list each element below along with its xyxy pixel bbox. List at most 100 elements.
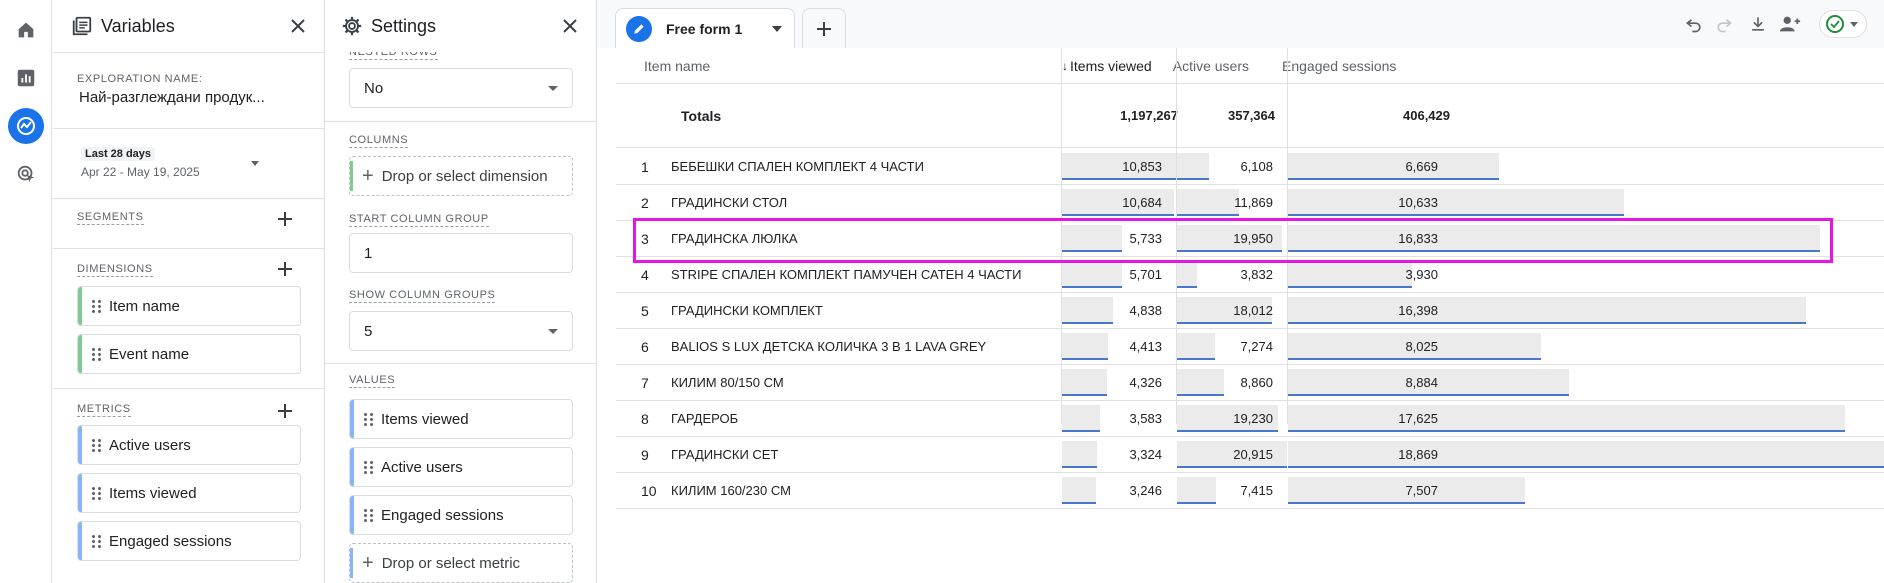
value-label: Items viewed	[381, 410, 469, 428]
active-users-value: 7,274	[1240, 339, 1273, 354]
table-row[interactable]: 2 ГРАДИНСКИ СТОЛ 10,684 11,869 10,633	[616, 185, 1884, 221]
nested-rows-select[interactable]: No	[349, 68, 573, 108]
date-range-value: Apr 22 - May 19, 2025	[81, 165, 200, 179]
columns-drop-label: Drop or select dimension	[381, 167, 548, 185]
gear-icon	[342, 16, 362, 36]
items-viewed-value: 10,853	[1122, 159, 1162, 174]
dimension-chip-event-name[interactable]: Event name	[77, 334, 301, 374]
table-header: Item name ↓ Items viewed Active users En…	[616, 48, 1884, 84]
table-row[interactable]: 9 ГРАДИНСКИ СЕТ 3,324 20,915 18,869	[616, 437, 1884, 473]
engaged-sessions-value: 6,669	[1405, 159, 1438, 174]
tab-bar: Free form 1	[597, 0, 1884, 48]
nested-rows-section: NESTED ROWS No	[325, 52, 596, 121]
add-dimension-icon[interactable]	[275, 259, 295, 279]
home-icon[interactable]	[8, 12, 44, 48]
date-range-picker[interactable]: Last 28 days Apr 22 - May 19, 2025	[77, 141, 262, 185]
table-row[interactable]: 8 ГАРДЕРОБ 3,583 19,230 17,625	[616, 401, 1884, 437]
engaged-sessions-value: 8,884	[1405, 375, 1438, 390]
drag-handle-icon[interactable]	[92, 347, 101, 361]
settings-title: Settings	[371, 15, 437, 36]
add-metric-icon[interactable]	[275, 401, 295, 421]
columns-drop-zone[interactable]: + Drop or select dimension	[349, 156, 573, 196]
metrics-label: METRICS	[77, 403, 131, 417]
redo-icon[interactable]	[1710, 10, 1738, 38]
value-chip-engaged-sessions[interactable]: Engaged sessions	[349, 495, 573, 535]
advertising-icon[interactable]	[8, 156, 44, 192]
metric-color-bar	[350, 496, 354, 534]
columns-section: COLUMNS + Drop or select dimension	[325, 121, 596, 203]
row-number: 6	[641, 338, 649, 355]
save-status-button[interactable]	[1819, 10, 1867, 38]
drag-handle-icon[interactable]	[364, 460, 373, 474]
metric-color-bar	[78, 426, 82, 464]
value-chip-active-users[interactable]: Active users	[349, 447, 573, 487]
nav-rail	[0, 0, 52, 583]
table-row[interactable]: 6 BALIOS S LUX ДЕТСКА КОЛИЧКА 3 В 1 LAVA …	[616, 329, 1884, 365]
active-users-value: 6,108	[1240, 159, 1273, 174]
engaged-sessions-value: 10,633	[1398, 195, 1438, 210]
row-number: 1	[641, 158, 649, 175]
col-header-engaged-sessions[interactable]: Engaged sessions	[1282, 48, 1396, 84]
table-row[interactable]: 1 БЕБЕШКИ СПАЛЕН КОМПЛЕКТ 4 ЧАСТИ 10,853 6,…	[616, 149, 1884, 185]
start-column-group-value: 1	[364, 244, 373, 262]
values-drop-zone[interactable]: + Drop or select metric	[349, 543, 573, 583]
table-row[interactable]: 5 ГРАДИНСКИ КОМПЛЕКТ 4,838 18,012 16,398	[616, 293, 1884, 329]
dimensions-section: DIMENSIONS Item name Event name	[53, 248, 324, 388]
table-row[interactable]: 7 КИЛИМ 80/150 СМ 4,326 8,860 8,884	[616, 365, 1884, 401]
metric-chip-items-viewed[interactable]: Items viewed	[77, 473, 301, 513]
col-header-active-users[interactable]: Active users	[1085, 48, 1263, 84]
item-name: ГАРДЕРОБ	[671, 411, 739, 426]
drag-handle-icon[interactable]	[92, 299, 101, 313]
segments-label: SEGMENTS	[77, 211, 144, 225]
item-name: КИЛИМ 80/150 СМ	[671, 375, 784, 390]
chevron-down-icon[interactable]	[772, 26, 782, 32]
plus-icon: +	[362, 551, 374, 574]
add-segment-icon[interactable]	[275, 209, 295, 229]
undo-icon[interactable]	[1680, 10, 1708, 38]
share-user-icon[interactable]	[1776, 10, 1804, 38]
explore-icon[interactable]	[8, 108, 44, 144]
metric-color-bar	[350, 400, 354, 438]
show-column-groups-label: SHOW COLUMN GROUPS	[349, 289, 496, 303]
items-viewed-value: 3,324	[1129, 447, 1162, 462]
dimension-color-bar	[78, 335, 82, 373]
value-chip-items-viewed[interactable]: Items viewed	[349, 399, 573, 439]
drag-handle-icon[interactable]	[92, 486, 101, 500]
item-name: ГРАДИНСКИ СТОЛ	[671, 195, 788, 210]
reports-icon[interactable]	[8, 60, 44, 96]
segments-section: SEGMENTS	[53, 198, 324, 248]
dimension-label: Event name	[109, 345, 190, 363]
chevron-down-icon	[1850, 21, 1858, 27]
totals-row: Totals 1,197,267 357,364 406,429	[616, 84, 1884, 148]
col-header-item-name[interactable]: Item name	[644, 48, 710, 84]
show-column-groups-value: 5	[364, 322, 373, 340]
variables-icon	[72, 16, 92, 36]
drag-handle-icon[interactable]	[92, 534, 101, 548]
metric-chip-active-users[interactable]: Active users	[77, 425, 301, 465]
drag-handle-icon[interactable]	[364, 508, 373, 522]
row-number: 7	[641, 374, 649, 391]
dimension-chip-item-name[interactable]: Item name	[77, 286, 301, 326]
nested-rows-value: No	[364, 79, 384, 97]
chevron-down-icon	[548, 86, 558, 91]
items-viewed-value: 3,583	[1129, 411, 1162, 426]
close-icon[interactable]	[286, 14, 310, 38]
show-column-groups-select[interactable]: 5	[349, 311, 573, 351]
tab-free-form-1[interactable]: Free form 1	[615, 8, 795, 48]
close-icon[interactable]	[558, 14, 582, 38]
metric-chip-engaged-sessions[interactable]: Engaged sessions	[77, 521, 301, 561]
table-row[interactable]: 10 КИЛИМ 160/230 СМ 3,246 7,415 7,507	[616, 473, 1884, 509]
add-tab-button[interactable]	[802, 8, 846, 48]
engaged-sessions-value: 8,025	[1405, 339, 1438, 354]
values-section: VALUES Items viewed Active users Engaged…	[325, 363, 596, 583]
engaged-sessions-value: 17,625	[1398, 411, 1438, 426]
row-number: 2	[641, 194, 649, 211]
download-icon[interactable]	[1744, 10, 1772, 38]
start-column-group-input[interactable]: 1	[349, 233, 573, 273]
date-range-section: Last 28 days Apr 22 - May 19, 2025	[53, 128, 324, 198]
drag-handle-icon[interactable]	[92, 438, 101, 452]
start-column-group-section: START COLUMN GROUP 1	[325, 203, 596, 283]
exploration-name-value[interactable]: Най-разглеждани продук...	[79, 89, 265, 106]
item-name: ГРАДИНСКИ КОМПЛЕКТ	[671, 303, 823, 318]
drag-handle-icon[interactable]	[364, 412, 373, 426]
